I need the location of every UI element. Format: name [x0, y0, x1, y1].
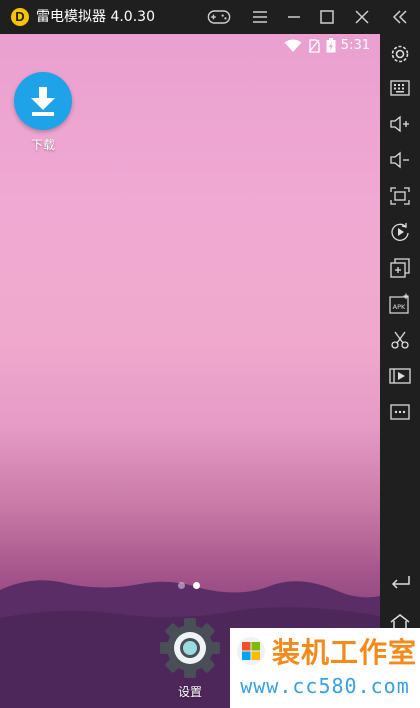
minimize-icon[interactable] [282, 6, 306, 28]
video-record-icon[interactable] [388, 364, 412, 388]
collapse-sidebar-icon[interactable] [388, 6, 412, 28]
status-time: 5:31 [340, 38, 370, 53]
keyboard-icon[interactable] [388, 76, 412, 100]
install-apk-icon[interactable]: APK [388, 292, 412, 316]
menu-icon[interactable] [248, 6, 272, 28]
scissors-icon[interactable] [388, 328, 412, 352]
settings-app-label: 设置 [177, 685, 202, 699]
emulator-sidebar: APK [380, 34, 420, 708]
volume-down-icon[interactable] [388, 148, 412, 172]
rotate-icon[interactable] [388, 220, 412, 244]
settings-icon[interactable] [158, 617, 222, 679]
download-app[interactable]: 下载 [13, 72, 73, 152]
download-icon[interactable] [14, 72, 72, 130]
gamepad-icon[interactable] [207, 6, 231, 28]
no-sim-icon [308, 38, 320, 58]
more-icon[interactable] [388, 400, 412, 424]
fullscreen-icon[interactable] [388, 184, 412, 208]
window-title: 雷电模拟器 4.0.30 [36, 9, 155, 25]
close-icon[interactable] [350, 6, 374, 28]
title-bar: D 雷电模拟器 4.0.30 [0, 0, 420, 34]
watermark: 装机工作室 www.cc580.com [230, 628, 420, 708]
apk-text: APK [393, 303, 406, 311]
settings-gear-icon[interactable] [388, 42, 412, 66]
app-logo-icon: D [11, 8, 29, 26]
wifi-icon [284, 39, 302, 58]
download-app-label: 下载 [30, 138, 55, 152]
watermark-url: www.cc580.com [240, 674, 410, 698]
battery-charging-icon [326, 38, 336, 58]
page-dot-active [193, 582, 200, 589]
volume-up-icon[interactable] [388, 112, 412, 136]
maximize-icon[interactable] [315, 6, 339, 28]
windows-logo-icon [236, 636, 266, 671]
add-app-icon[interactable] [388, 256, 412, 280]
emulator-screen[interactable]: 5:31 下载 设置 [0, 34, 380, 708]
page-indicator [178, 582, 200, 589]
watermark-title: 装机工作室 [272, 636, 418, 669]
page-dot [178, 582, 185, 589]
status-bar: 5:31 [0, 34, 380, 58]
back-icon[interactable] [388, 570, 412, 594]
settings-app[interactable]: 设置 [158, 617, 222, 699]
